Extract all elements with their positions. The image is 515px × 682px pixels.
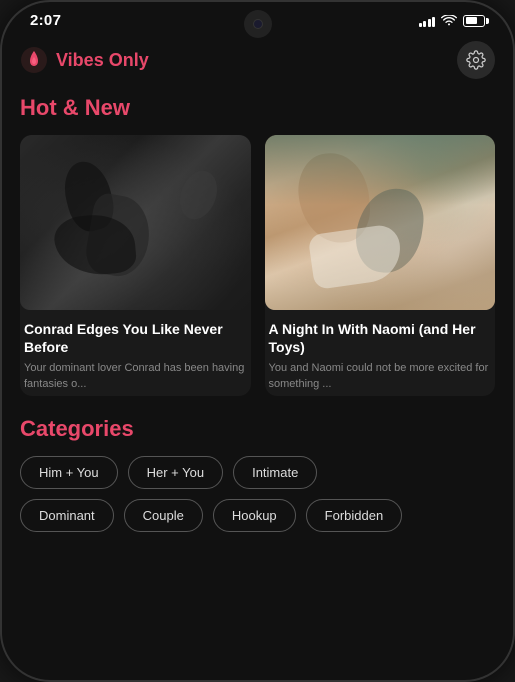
card-2-description: You and Naomi could not be more excited … <box>269 361 492 392</box>
category-her-you[interactable]: Her + You <box>128 456 223 489</box>
hot-new-title: Hot & New <box>20 95 495 121</box>
card-1-image <box>20 135 251 310</box>
category-couple[interactable]: Couple <box>124 499 203 532</box>
category-forbidden[interactable]: Forbidden <box>306 499 403 532</box>
signal-bars-icon <box>419 15 436 27</box>
card-1-title: Conrad Edges You Like Never Before <box>24 320 247 356</box>
phone-inner: 2:07 <box>2 2 513 680</box>
settings-button[interactable] <box>457 41 495 79</box>
category-intimate[interactable]: Intimate <box>233 456 317 489</box>
category-row-1: Him + You Her + You Intimate <box>20 456 495 489</box>
status-icons <box>419 15 486 27</box>
logo-text: Vibes Only <box>56 50 149 71</box>
category-him-you[interactable]: Him + You <box>20 456 118 489</box>
card-2[interactable]: A Night In With Naomi (and Her Toys) You… <box>265 135 496 396</box>
camera-dot <box>253 19 263 29</box>
category-dominant[interactable]: Dominant <box>20 499 114 532</box>
battery-icon <box>463 15 485 27</box>
category-row-2: Dominant Couple Hookup Forbidden <box>20 499 495 532</box>
logo-container: Vibes Only <box>20 46 149 74</box>
card-1[interactable]: Conrad Edges You Like Never Before Your … <box>20 135 251 396</box>
card-1-description: Your dominant lover Conrad has been havi… <box>24 361 247 392</box>
card-1-figure <box>20 135 251 310</box>
card-2-title: A Night In With Naomi (and Her Toys) <box>269 320 492 356</box>
app-header: Vibes Only <box>20 33 495 95</box>
phone-frame: 2:07 <box>0 0 515 682</box>
category-hookup[interactable]: Hookup <box>213 499 296 532</box>
card-2-image <box>265 135 496 310</box>
gear-icon <box>466 50 486 70</box>
card-1-info: Conrad Edges You Like Never Before Your … <box>20 310 251 396</box>
wifi-icon <box>441 15 457 27</box>
vibes-only-logo-icon <box>20 46 48 74</box>
camera-notch <box>244 10 272 38</box>
status-time: 2:07 <box>30 12 61 29</box>
categories-title: Categories <box>20 416 495 442</box>
app-content: Vibes Only Hot & New <box>2 33 513 675</box>
cards-grid: Conrad Edges You Like Never Before Your … <box>20 135 495 396</box>
category-rows: Him + You Her + You Intimate Dominant Co… <box>20 456 495 532</box>
card-2-info: A Night In With Naomi (and Her Toys) You… <box>265 310 496 396</box>
